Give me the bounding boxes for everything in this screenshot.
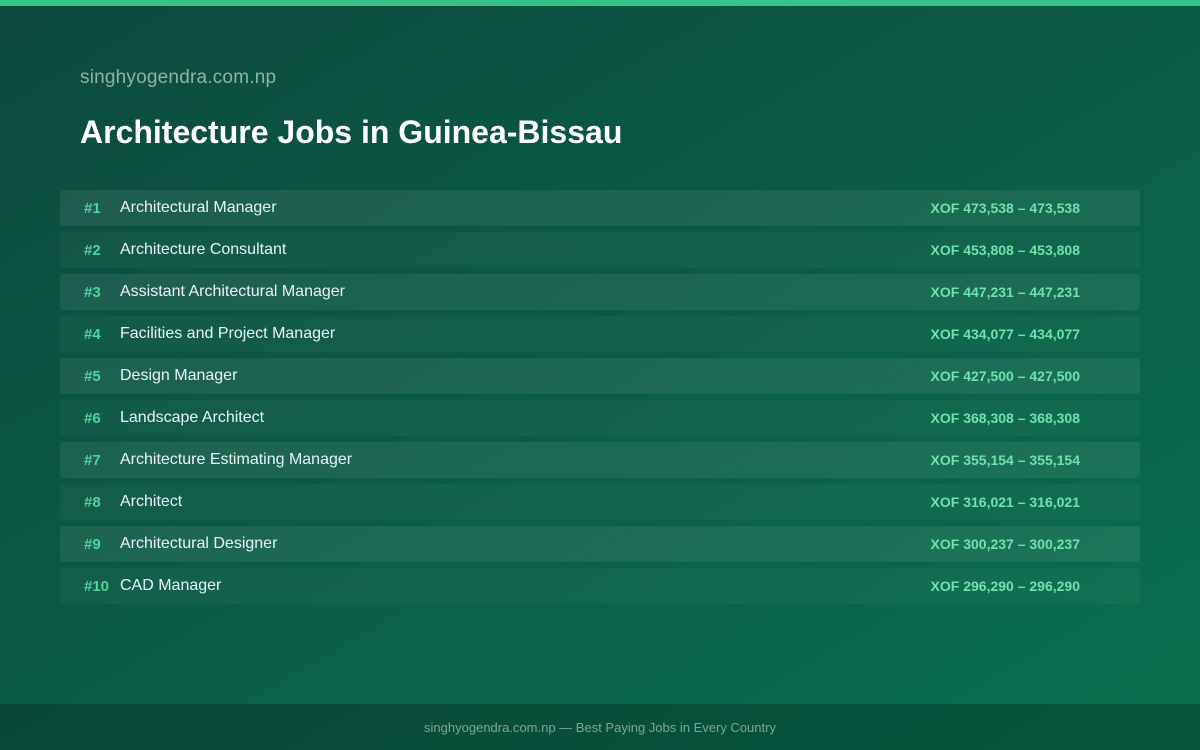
job-title: Architectural Designer xyxy=(120,535,278,552)
job-rank: #1 xyxy=(84,199,101,217)
list-item: #5 Design Manager XOF 427,500 – 427,500 xyxy=(60,358,1140,394)
job-salary: XOF 296,290 – 296,290 xyxy=(930,578,1080,594)
job-salary: XOF 473,538 – 473,538 xyxy=(930,200,1080,216)
job-title: Architecture Consultant xyxy=(120,241,287,258)
list-item: #4 Facilities and Project Manager XOF 43… xyxy=(60,316,1140,352)
footer-text: singhyogendra.com.np — Best Paying Jobs … xyxy=(424,719,776,735)
list-item: #9 Architectural Designer XOF 300,237 – … xyxy=(60,526,1140,562)
list-item: #1 Architectural Manager XOF 473,538 – 4… xyxy=(60,190,1140,226)
job-rank: #7 xyxy=(84,451,101,469)
job-rank: #9 xyxy=(84,535,101,553)
job-salary: XOF 300,237 – 300,237 xyxy=(930,536,1080,552)
job-title: Architecture Estimating Manager xyxy=(120,451,353,468)
list-item: #6 Landscape Architect XOF 368,308 – 368… xyxy=(60,400,1140,436)
job-title: Landscape Architect xyxy=(120,409,265,426)
list-item: #10 CAD Manager XOF 296,290 – 296,290 xyxy=(60,568,1140,604)
job-salary: XOF 453,808 – 453,808 xyxy=(930,242,1080,258)
list-item: #8 Architect XOF 316,021 – 316,021 xyxy=(60,484,1140,520)
job-list: #1 Architectural Manager XOF 473,538 – 4… xyxy=(60,190,1140,610)
job-rank: #4 xyxy=(84,325,101,343)
footer: singhyogendra.com.np — Best Paying Jobs … xyxy=(0,704,1200,750)
job-title: Architect xyxy=(120,493,183,510)
job-salary: XOF 427,500 – 427,500 xyxy=(930,368,1080,384)
job-rank: #8 xyxy=(84,493,101,511)
job-rank: #2 xyxy=(84,241,101,259)
job-salary: XOF 447,231 – 447,231 xyxy=(930,284,1080,300)
job-rank: #3 xyxy=(84,283,101,301)
job-rank: #10 xyxy=(84,577,110,595)
list-item: #3 Assistant Architectural Manager XOF 4… xyxy=(60,274,1140,310)
job-salary: XOF 434,077 – 434,077 xyxy=(930,326,1080,342)
job-salary: XOF 368,308 – 368,308 xyxy=(930,410,1080,426)
job-title: CAD Manager xyxy=(120,577,222,594)
job-title: Architectural Manager xyxy=(120,199,277,216)
job-rank: #5 xyxy=(84,367,101,385)
job-title: Assistant Architectural Manager xyxy=(120,283,345,300)
list-item: #7 Architecture Estimating Manager XOF 3… xyxy=(60,442,1140,478)
job-title: Design Manager xyxy=(120,367,238,384)
job-salary: XOF 316,021 – 316,021 xyxy=(930,494,1080,510)
job-rank: #6 xyxy=(84,409,101,427)
job-salary: XOF 355,154 – 355,154 xyxy=(930,452,1080,468)
page-title: Architecture Jobs in Guinea-Bissau xyxy=(80,114,623,150)
job-title: Facilities and Project Manager xyxy=(120,325,336,342)
top-accent-bar xyxy=(0,0,1200,6)
list-item: #2 Architecture Consultant XOF 453,808 –… xyxy=(60,232,1140,268)
site-name: singhyogendra.com.np xyxy=(80,67,277,88)
